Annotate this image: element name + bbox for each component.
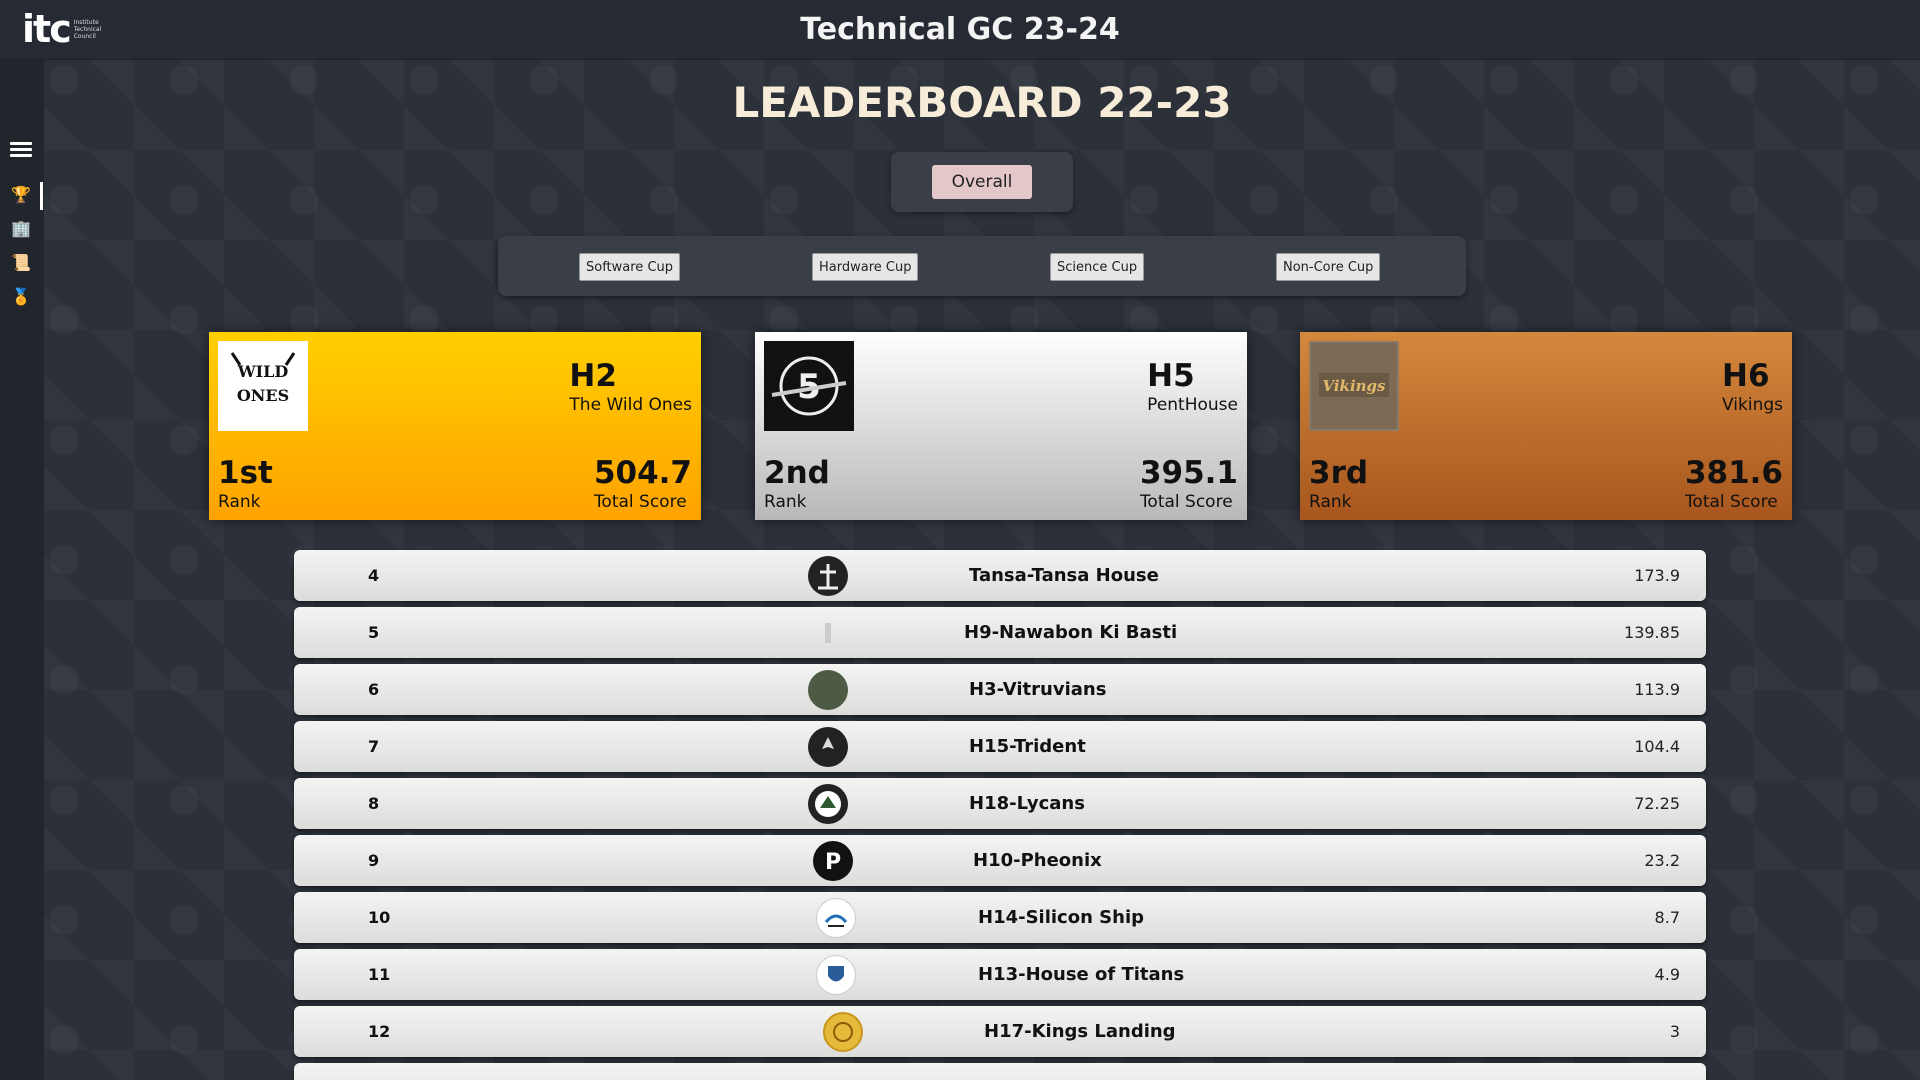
house-icon — [808, 556, 848, 596]
hardware-cup-button[interactable]: Hardware Cup — [812, 253, 919, 281]
house-code: H2 — [569, 358, 617, 394]
table-row[interactable]: 6 H3-Vitruvians 113.9 — [294, 664, 1706, 715]
building-icon[interactable]: 🏢 — [10, 218, 32, 240]
podium-first: WILD ONES H2 The Wild Ones 1st Rank 504.… — [209, 332, 701, 520]
row-house-name: H3-Vitruvians — [969, 679, 1107, 700]
active-indicator — [40, 182, 43, 210]
row-house-name: H13-House of Titans — [978, 964, 1185, 985]
row-house-name: H9-Nawabon Ki Basti — [964, 622, 1178, 643]
rank-value: 2nd — [764, 454, 830, 491]
logo-subtitle: Institute Technical Council — [73, 18, 102, 40]
row-house-name: H18-Lycans — [969, 793, 1085, 814]
house-name: PentHouse — [1147, 395, 1238, 416]
software-cup-button[interactable]: Software Cup — [579, 253, 681, 281]
row-score: 8.7 — [1654, 908, 1680, 927]
table-row[interactable]: 10 H14-Silicon Ship 8.7 — [294, 892, 1706, 943]
trophy-icon[interactable]: 🏆 — [10, 184, 32, 206]
house-icon — [816, 955, 856, 995]
row-house-name: Tansa-Tansa House — [969, 565, 1159, 586]
rank-value: 1st — [218, 454, 273, 491]
table-row[interactable]: 7 H15-Trident 104.4 — [294, 721, 1706, 772]
medal-icon[interactable]: 🏅 — [10, 286, 32, 308]
house-code: H5 — [1147, 358, 1195, 394]
row-rank: 8 — [368, 794, 380, 813]
row-rank: 10 — [368, 908, 391, 927]
row-rank: 9 — [368, 851, 380, 870]
sidebar: 🏆 🏢 📜 🏅 — [0, 60, 44, 1080]
score-label: Total Score — [593, 492, 687, 512]
scroll-icon[interactable]: 📜 — [10, 252, 32, 274]
row-house-name: H15-Trident — [969, 736, 1086, 757]
row-score: 23.2 — [1644, 851, 1680, 870]
row-score: 104.4 — [1634, 737, 1680, 756]
row-score: 3 — [1669, 1022, 1680, 1041]
row-score: 173.9 — [1634, 566, 1680, 585]
house-name: Vikings — [1722, 395, 1783, 416]
row-rank: 12 — [368, 1022, 391, 1041]
house-logo: WILD ONES — [218, 341, 308, 431]
rank-value: 3rd — [1309, 454, 1369, 491]
row-house-name: H14-Silicon Ship — [978, 907, 1145, 928]
house-icon — [823, 1012, 863, 1052]
row-rank: 4 — [368, 566, 380, 585]
rank-label: Rank — [218, 492, 261, 512]
svg-text:P: P — [825, 850, 841, 875]
house-logo: 5 — [764, 341, 854, 431]
cups-panel: Software Cup Hardware Cup Science Cup No… — [498, 236, 1466, 296]
table-row[interactable]: 8 H18-Lycans 72.25 — [294, 778, 1706, 829]
hamburger-menu-icon[interactable] — [10, 142, 32, 158]
score-value: 381.6 — [1684, 454, 1783, 491]
house-logo: Vikings — [1309, 341, 1399, 431]
house-icon: P — [813, 841, 853, 881]
table-row-partial[interactable] — [294, 1063, 1706, 1080]
house-icon — [808, 784, 848, 824]
row-rank: 5 — [368, 623, 380, 642]
score-label: Total Score — [1684, 492, 1778, 512]
table-row[interactable]: 5 H9-Nawabon Ki Basti 139.85 — [294, 607, 1706, 658]
podium-second: 5 H5 PentHouse 2nd Rank 395.1 Total Scor… — [755, 332, 1247, 520]
row-score: 72.25 — [1634, 794, 1680, 813]
science-cup-button[interactable]: Science Cup — [1050, 253, 1145, 281]
row-rank: 7 — [368, 737, 380, 756]
house-icon — [808, 670, 848, 710]
overall-button[interactable]: Overall — [931, 165, 1033, 199]
top-bar: itc Institute Technical Council Technica… — [0, 0, 1920, 60]
house-icon — [808, 727, 848, 767]
rank-label: Rank — [764, 492, 807, 512]
leaderboard-list: 4 Tansa-Tansa House 173.9 5 H9-Nawabon K… — [294, 550, 1706, 1080]
svg-text:WILD: WILD — [237, 362, 289, 381]
house-code: H6 — [1722, 358, 1770, 394]
overall-panel: Overall — [891, 152, 1073, 212]
row-score: 139.85 — [1624, 623, 1680, 642]
row-score: 113.9 — [1634, 680, 1680, 699]
svg-text:ONES: ONES — [237, 386, 289, 405]
table-row[interactable]: 9 P H10-Pheonix 23.2 — [294, 835, 1706, 886]
table-row[interactable]: 11 H13-House of Titans 4.9 — [294, 949, 1706, 1000]
podium-third: Vikings H6 Vikings 3rd Rank 381.6 Total … — [1300, 332, 1792, 520]
score-value: 395.1 — [1139, 454, 1238, 491]
score-value: 504.7 — [593, 454, 692, 491]
house-icon — [816, 898, 856, 938]
app-title: Technical GC 23-24 — [800, 12, 1120, 47]
table-row[interactable]: 12 H17-Kings Landing 3 — [294, 1006, 1706, 1057]
row-rank: 11 — [368, 965, 391, 984]
house-icon — [808, 613, 848, 653]
score-label: Total Score — [1139, 492, 1233, 512]
row-score: 4.9 — [1654, 965, 1680, 984]
house-name: The Wild Ones — [569, 395, 692, 416]
non-core-cup-button[interactable]: Non-Core Cup — [1276, 253, 1381, 281]
row-house-name: H10-Pheonix — [973, 850, 1102, 871]
itc-logo[interactable]: itc Institute Technical Council — [22, 10, 114, 48]
svg-text:Vikings: Vikings — [1322, 377, 1386, 395]
page-title: LEADERBOARD 22-23 — [732, 78, 1232, 127]
row-rank: 6 — [368, 680, 380, 699]
logo-mark: itc — [22, 7, 72, 51]
row-house-name: H17-Kings Landing — [984, 1021, 1176, 1042]
rank-label: Rank — [1309, 492, 1352, 512]
table-row[interactable]: 4 Tansa-Tansa House 173.9 — [294, 550, 1706, 601]
